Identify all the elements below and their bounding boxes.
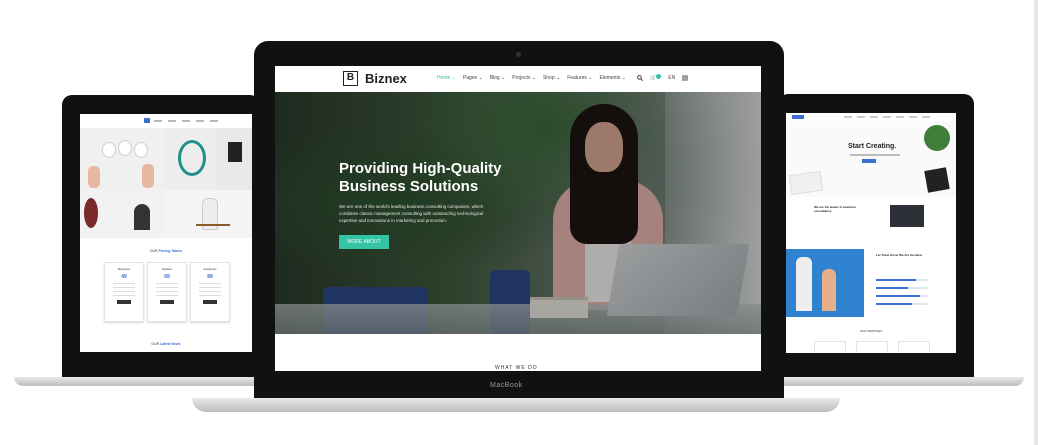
- center-laptop-base: [192, 398, 840, 412]
- hero-section: Providing High-Quality Business Solution…: [275, 92, 761, 334]
- right-site-about: We are the leader in business consultanc…: [786, 201, 956, 245]
- scroll-edge: [1034, 0, 1038, 445]
- left-site-nav: [80, 114, 252, 128]
- gallery-tile-desk: [166, 190, 252, 238]
- plan-name: Student: [161, 267, 173, 271]
- left-site-gallery: [80, 128, 252, 238]
- gallery-tile-office: [80, 190, 166, 238]
- about-title: We are the leader in business consultanc…: [814, 205, 857, 213]
- right-site-nav: [786, 113, 956, 121]
- left-site-menu: [154, 118, 218, 122]
- cart-icon[interactable]: 🛒: [650, 74, 662, 81]
- right-site-logo: [792, 115, 804, 119]
- plan-price: 49: [121, 274, 127, 280]
- painters-image: [786, 249, 864, 317]
- pricing-card: Business 49: [104, 262, 144, 322]
- skill-bar: [876, 287, 928, 289]
- menu-item-shop[interactable]: Shop ⌄: [543, 75, 560, 81]
- plan-button[interactable]: [160, 300, 174, 304]
- hero-title: Providing High-Quality Business Solution…: [339, 160, 502, 195]
- menu-item-projects[interactable]: Projects ⌄: [512, 75, 536, 81]
- service-box: [814, 341, 846, 353]
- pricing-heading: OUR Pricing Tables: [149, 249, 183, 253]
- skill-bar: [876, 279, 928, 281]
- right-site-hero: Start Creating.: [786, 121, 956, 197]
- pricing-card: Student 69: [147, 262, 187, 322]
- pricing-card: Academic 89: [190, 262, 230, 322]
- plan-button[interactable]: [203, 300, 217, 304]
- latest-news-heading: OUR Latest News: [151, 342, 181, 346]
- plan-name: Academic: [203, 267, 217, 271]
- center-laptop-screen: B Biznex Home ⌄ Pages ⌄ Blog ⌄ Projects …: [275, 66, 761, 371]
- menu-item-elements[interactable]: Elements ⌄: [600, 75, 626, 81]
- menu-item-features[interactable]: Features ⌄: [567, 75, 592, 81]
- skill-bar: [876, 303, 928, 305]
- site-navbar: B Biznex Home ⌄ Pages ⌄ Blog ⌄ Projects …: [275, 66, 761, 92]
- right-laptop-base: [772, 377, 1024, 386]
- left-site-logo: [144, 118, 150, 123]
- plan-price: 89: [207, 274, 213, 280]
- plan-price: 69: [164, 274, 170, 280]
- logo-text[interactable]: Biznex: [365, 71, 407, 86]
- plan-button[interactable]: [117, 300, 131, 304]
- service-box: [856, 341, 888, 353]
- laptop-brand-label: MacBook: [490, 382, 523, 389]
- gallery-tile-speaker: [216, 128, 252, 190]
- webcam: [516, 52, 521, 57]
- service-box: [898, 341, 930, 353]
- language-switch[interactable]: EN: [668, 75, 675, 81]
- menu-icon[interactable]: [682, 75, 689, 81]
- gallery-tile-earbuds: [80, 128, 166, 190]
- skills-title: Let Them Know We Are the Best: [876, 253, 923, 257]
- right-laptop-screen: Start Creating. We are the leader in bus…: [786, 113, 956, 353]
- right-hero-button[interactable]: [862, 159, 876, 163]
- plan-name: Business: [117, 267, 131, 271]
- search-icon[interactable]: [637, 74, 643, 81]
- left-laptop-base: [14, 377, 264, 386]
- right-hero-title: Start Creating.: [848, 143, 897, 150]
- devices-image: [890, 205, 924, 227]
- services-heading: OUR SERVICES: [859, 329, 883, 333]
- section-heading: WHAT WE DO: [495, 365, 538, 371]
- more-about-button[interactable]: MORE ABOUT: [339, 235, 389, 249]
- menu-item-home[interactable]: Home ⌄: [437, 75, 456, 81]
- menu-item-blog[interactable]: Blog ⌄: [490, 75, 506, 81]
- main-menu: Home ⌄ Pages ⌄ Blog ⌄ Projects ⌄ Shop ⌄ …: [437, 75, 626, 81]
- skill-bar: [876, 295, 928, 297]
- gallery-tile-band: [166, 128, 216, 190]
- logo-mark[interactable]: B: [343, 71, 358, 86]
- what-we-do-section: WHAT WE DO: [275, 334, 761, 371]
- nav-actions: 🛒 EN: [637, 74, 689, 81]
- menu-item-pages[interactable]: Pages ⌄: [463, 75, 483, 81]
- left-laptop-screen: OUR Pricing Tables Business 49 Student 6…: [80, 114, 252, 352]
- hero-description: We are one of the world's leading busine…: [339, 204, 484, 223]
- plant-image: [924, 125, 950, 151]
